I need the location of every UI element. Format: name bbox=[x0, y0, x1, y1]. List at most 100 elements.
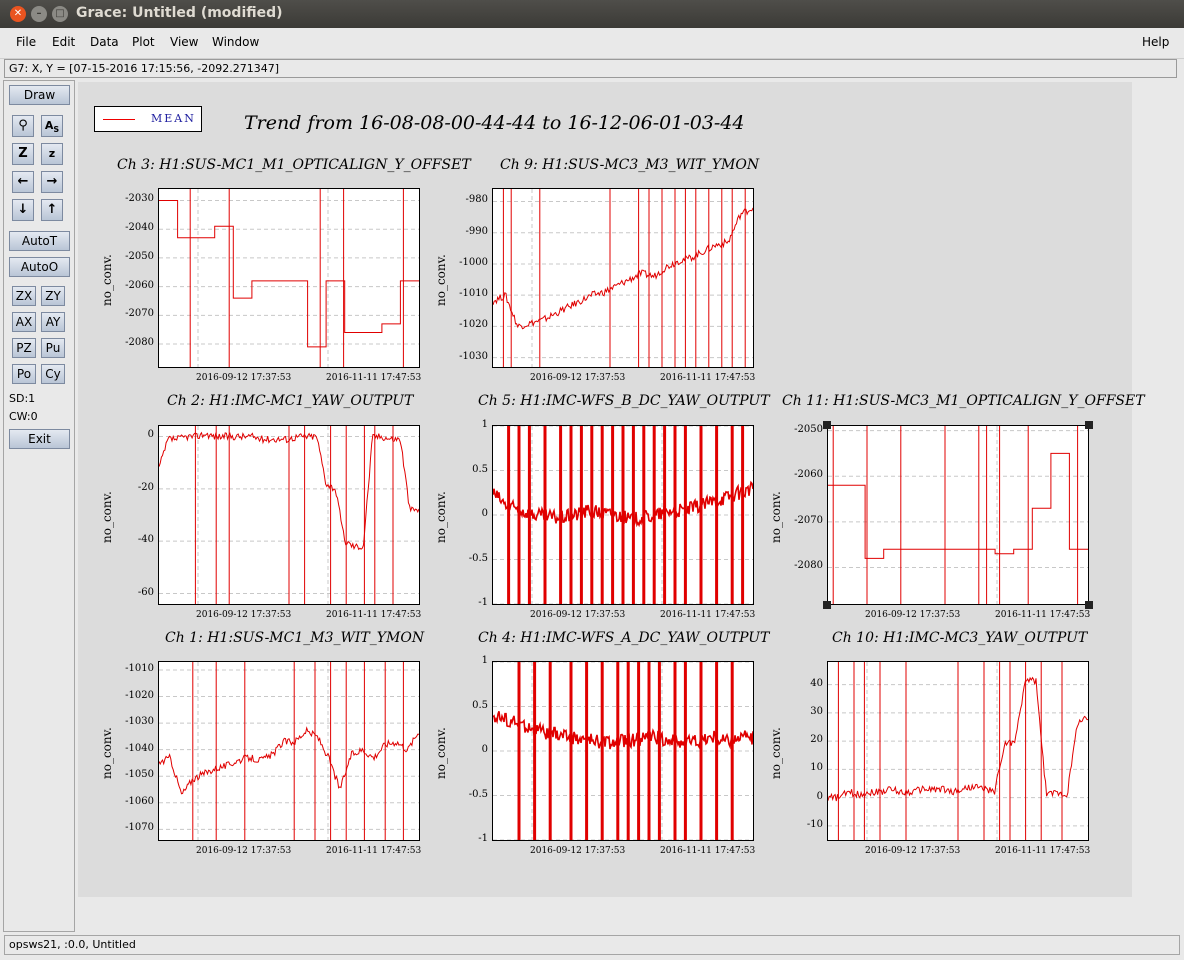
arrow-up-icon[interactable]: ↑ bbox=[41, 199, 63, 221]
plot-title: Ch 1: H1:SUS-MC1_M3_WIT_YMON bbox=[165, 630, 425, 646]
main-title: Trend from 16-08-08-00-44-44 to 16-12-06… bbox=[244, 112, 745, 134]
y-tick-label: -1030 bbox=[125, 716, 154, 728]
ay-button[interactable]: AY bbox=[41, 312, 65, 332]
plot-graph[interactable] bbox=[158, 188, 420, 368]
plot-graph[interactable] bbox=[827, 425, 1089, 605]
zy-button[interactable]: ZY bbox=[41, 286, 65, 306]
x-tick-label: 2016-11-11 17:47:53 bbox=[326, 846, 422, 856]
plot-graph[interactable] bbox=[492, 188, 754, 368]
arrow-left-icon[interactable]: ← bbox=[12, 171, 34, 193]
y-axis-label: no_conv. bbox=[100, 491, 114, 543]
plot-title: Ch 10: H1:IMC-MC3_YAW_OUTPUT bbox=[832, 630, 1088, 646]
y-axis-label: no_conv. bbox=[769, 727, 783, 779]
plot-graph[interactable] bbox=[158, 661, 420, 841]
autot-button[interactable]: AutoT bbox=[9, 231, 70, 251]
x-tick-label: 2016-09-12 17:37:53 bbox=[865, 846, 961, 856]
zoom-icon[interactable]: ⚲ bbox=[12, 115, 34, 137]
plot-graph[interactable] bbox=[492, 661, 754, 841]
menu-bar: File Edit Data Plot View Window Help bbox=[0, 28, 1184, 59]
x-tick-label: 2016-09-12 17:37:53 bbox=[865, 610, 961, 620]
y-tick-label: -0.5 bbox=[468, 552, 488, 564]
arrow-right-icon[interactable]: → bbox=[41, 171, 63, 193]
y-tick-label: -1 bbox=[478, 833, 488, 844]
y-axis-label: no_conv. bbox=[100, 727, 114, 779]
menu-help[interactable]: Help bbox=[1142, 35, 1169, 49]
pu-button[interactable]: Pu bbox=[41, 338, 65, 358]
zx-button[interactable]: ZX bbox=[12, 286, 36, 306]
y-tick-label: -1070 bbox=[125, 822, 154, 834]
y-tick-label: -1030 bbox=[459, 350, 488, 362]
legend-label: MEAN bbox=[151, 112, 196, 125]
series-line bbox=[493, 711, 753, 750]
y-tick-label: 1 bbox=[481, 655, 488, 666]
plot-svg bbox=[159, 189, 419, 367]
y-tick-label: -2080 bbox=[125, 337, 154, 349]
zoom-in-icon[interactable]: Z bbox=[12, 143, 34, 165]
menu-window[interactable]: Window bbox=[212, 35, 259, 49]
y-tick-label: -1000 bbox=[459, 256, 488, 268]
plot-graph[interactable] bbox=[827, 661, 1089, 841]
y-tick-label: -2070 bbox=[794, 514, 823, 526]
x-tick-label: 2016-09-12 17:37:53 bbox=[196, 610, 292, 620]
y-tick-label: 30 bbox=[810, 705, 823, 717]
y-tick-label: -1020 bbox=[459, 319, 488, 331]
menu-plot[interactable]: Plot bbox=[132, 35, 155, 49]
y-tick-label: -2050 bbox=[794, 423, 823, 435]
po-button[interactable]: Po bbox=[12, 364, 36, 384]
draw-button[interactable]: Draw bbox=[9, 85, 70, 105]
plot-svg bbox=[493, 426, 753, 604]
x-tick-label: 2016-11-11 17:47:53 bbox=[995, 846, 1091, 856]
plot-title: Ch 4: H1:IMC-WFS_A_DC_YAW_OUTPUT bbox=[478, 630, 770, 646]
cy-button[interactable]: Cy bbox=[41, 364, 65, 384]
menu-file[interactable]: File bbox=[16, 35, 36, 49]
y-tick-label: 0 bbox=[816, 790, 823, 802]
autoo-button[interactable]: AutoO bbox=[9, 257, 70, 277]
selection-handle[interactable] bbox=[823, 601, 831, 609]
text-tool-icon[interactable]: AS bbox=[41, 115, 63, 137]
y-tick-label: -60 bbox=[137, 586, 154, 598]
y-tick-label: -2080 bbox=[794, 560, 823, 572]
y-tick-label: 10 bbox=[810, 762, 823, 774]
y-tick-label: -2070 bbox=[125, 308, 154, 320]
arrow-down-icon[interactable]: ↓ bbox=[12, 199, 34, 221]
legend-box[interactable]: MEAN bbox=[94, 106, 202, 132]
x-tick-label: 2016-11-11 17:47:53 bbox=[660, 610, 756, 620]
minimize-icon[interactable]: – bbox=[31, 6, 47, 22]
y-tick-label: -1050 bbox=[125, 769, 154, 781]
close-icon[interactable]: ✕ bbox=[10, 6, 26, 22]
selection-handle[interactable] bbox=[1085, 601, 1093, 609]
ax-button[interactable]: AX bbox=[12, 312, 36, 332]
zoom-out-icon[interactable]: z bbox=[41, 143, 63, 165]
plot-graph[interactable] bbox=[158, 425, 420, 605]
x-tick-label: 2016-11-11 17:47:53 bbox=[660, 373, 756, 383]
y-tick-label: 40 bbox=[810, 677, 823, 689]
plot-title: Ch 3: H1:SUS-MC1_M1_OPTICALIGN_Y_OFFSET bbox=[117, 157, 471, 173]
plot-svg bbox=[159, 426, 419, 604]
pz-button[interactable]: PZ bbox=[12, 338, 36, 358]
menu-data[interactable]: Data bbox=[90, 35, 119, 49]
y-axis-label: no_conv. bbox=[769, 491, 783, 543]
y-tick-label: -2060 bbox=[794, 469, 823, 481]
menu-edit[interactable]: Edit bbox=[52, 35, 75, 49]
locator-bar: G7: X, Y = [07-15-2016 17:15:56, -2092.2… bbox=[4, 59, 1177, 78]
y-axis-label: no_conv. bbox=[100, 254, 114, 306]
maximize-icon[interactable]: □ bbox=[52, 6, 68, 22]
y-tick-label: -1040 bbox=[125, 742, 154, 754]
plot-graph[interactable] bbox=[492, 425, 754, 605]
plot-title: Ch 2: H1:IMC-MC1_YAW_OUTPUT bbox=[167, 393, 414, 409]
exit-button[interactable]: Exit bbox=[9, 429, 70, 449]
cw-indicator: CW:0 bbox=[9, 410, 38, 423]
y-tick-label: 0.5 bbox=[472, 699, 488, 711]
menu-view[interactable]: View bbox=[170, 35, 198, 49]
y-tick-label: -1010 bbox=[125, 662, 154, 674]
y-tick-label: -20 bbox=[137, 481, 154, 493]
plot-svg bbox=[493, 189, 753, 367]
y-tick-label: -1010 bbox=[459, 288, 488, 300]
plot-svg bbox=[828, 662, 1088, 840]
selection-handle[interactable] bbox=[823, 421, 831, 429]
y-tick-label: 0.5 bbox=[472, 463, 488, 475]
selection-handle[interactable] bbox=[1085, 421, 1093, 429]
y-tick-label: -2040 bbox=[125, 222, 154, 234]
plot-svg bbox=[493, 662, 753, 840]
status-bar: opsws21, :0.0, Untitled bbox=[4, 935, 1180, 955]
